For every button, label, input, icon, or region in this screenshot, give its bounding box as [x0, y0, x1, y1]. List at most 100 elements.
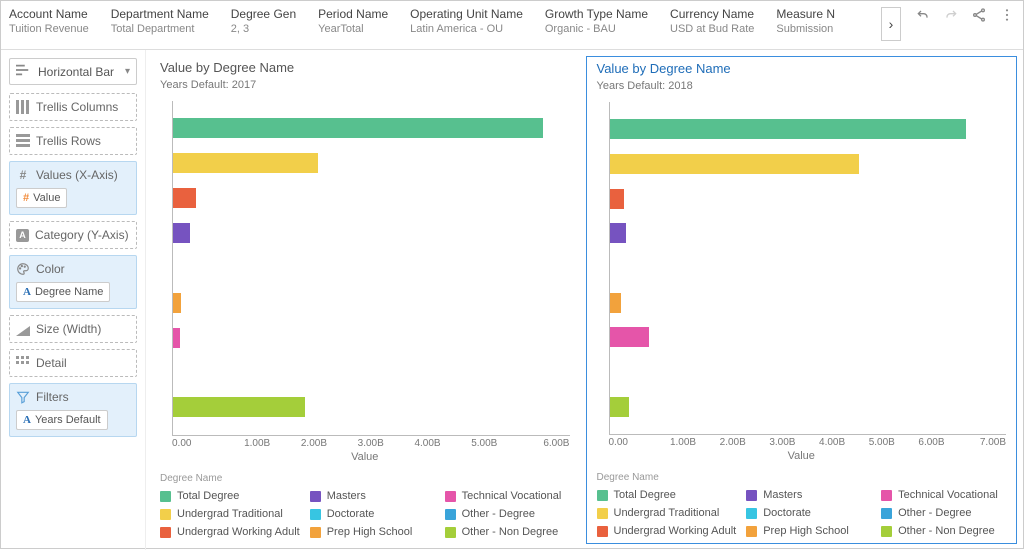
well-trellis-rows[interactable]: Trellis Rows [9, 127, 137, 155]
legend-item[interactable]: Doctorate [310, 508, 435, 520]
x-axis: 0.001.00B2.00B3.00B4.00B5.00B6.00B7.00B [609, 437, 1007, 448]
legend-label: Other - Degree [898, 507, 971, 519]
pill-degree-name[interactable]: ADegree Name [16, 282, 110, 302]
trellis-rows-icon [16, 134, 30, 148]
filter-label: Degree Gen [231, 7, 296, 21]
bar[interactable] [610, 189, 624, 209]
bar[interactable] [610, 397, 630, 417]
filter-label: Measure N [776, 7, 835, 21]
header-filter[interactable]: Department NameTotal Department [111, 7, 209, 35]
legend-item[interactable]: Prep High School [310, 526, 435, 538]
axis-tick: 3.00B [758, 437, 808, 448]
legend-item[interactable]: Undergrad Working Adult [160, 526, 300, 538]
header-filter[interactable]: Measure NSubmission [776, 7, 835, 35]
share-icon[interactable] [971, 7, 987, 23]
pill-years-default[interactable]: AYears Default [16, 410, 108, 430]
bar[interactable] [173, 328, 180, 348]
legend-item[interactable]: Prep High School [746, 525, 871, 537]
filters-scroll-right[interactable]: › [881, 7, 901, 41]
measure-icon: # [23, 192, 29, 204]
bar[interactable] [173, 223, 190, 243]
header-filter[interactable]: Period NameYearTotal [318, 7, 388, 35]
redo-icon[interactable] [943, 7, 959, 23]
legend-item[interactable]: Total Degree [597, 489, 737, 501]
more-icon[interactable] [999, 7, 1015, 23]
bar[interactable] [610, 223, 627, 243]
legend-item[interactable]: Other - Degree [881, 507, 1006, 519]
filter-value: YearTotal [318, 23, 388, 35]
well-trellis-columns[interactable]: Trellis Columns [9, 93, 137, 121]
well-color[interactable]: Color ADegree Name [9, 255, 137, 309]
legend-label: Technical Vocational [898, 489, 998, 501]
header-filter[interactable]: Currency NameUSD at Bud Rate [670, 7, 754, 35]
bar[interactable] [173, 188, 196, 208]
axis-tick: 3.00B [342, 438, 399, 449]
legend-item[interactable]: Total Degree [160, 490, 300, 502]
x-axis: 0.001.00B2.00B3.00B4.00B5.00B6.00B [172, 438, 570, 449]
legend-item[interactable]: Technical Vocational [445, 490, 570, 502]
chart-panel[interactable]: Value by Degree NameYears Default: 20180… [586, 56, 1018, 544]
chart-panel[interactable]: Value by Degree NameYears Default: 20170… [150, 56, 580, 544]
filter-value: USD at Bud Rate [670, 23, 754, 35]
axis-tick: 5.00B [456, 438, 513, 449]
legend-item[interactable]: Masters [310, 490, 435, 502]
legend-item[interactable]: Masters [746, 489, 871, 501]
bar[interactable] [610, 293, 621, 313]
chart-title: Value by Degree Name [160, 60, 570, 75]
bar[interactable] [610, 119, 967, 139]
filter-label: Operating Unit Name [410, 7, 523, 21]
legend-item[interactable]: Technical Vocational [881, 489, 1006, 501]
pill-value[interactable]: #Value [16, 188, 67, 208]
undo-icon[interactable] [915, 7, 931, 23]
size-icon [16, 322, 30, 336]
horizontal-bar-icon [16, 63, 32, 80]
attribute-icon: A [23, 414, 31, 426]
bar[interactable] [173, 153, 318, 173]
bar[interactable] [610, 327, 650, 347]
bar[interactable] [173, 293, 181, 313]
axis-tick: 5.00B [857, 437, 907, 448]
filter-value: Organic - BAU [545, 23, 648, 35]
legend-item[interactable]: Undergrad Traditional [160, 508, 300, 520]
detail-icon [16, 356, 30, 370]
axis-tick: 4.00B [399, 438, 456, 449]
legend-item[interactable]: Other - Non Degree [445, 526, 570, 538]
legend-item[interactable]: Other - Non Degree [881, 525, 1006, 537]
legend-item[interactable]: Undergrad Working Adult [597, 525, 737, 537]
legend: Degree NameTotal DegreeMastersTechnical … [160, 473, 570, 538]
bar[interactable] [610, 154, 859, 174]
bar[interactable] [173, 397, 305, 417]
well-detail[interactable]: Detail [9, 349, 137, 377]
filter-value: Latin America - OU [410, 23, 523, 35]
header-filter[interactable]: Operating Unit Name Latin America - OU [410, 7, 523, 35]
well-category-y[interactable]: ACategory (Y-Axis) [9, 221, 137, 249]
filter-icon [16, 390, 30, 404]
attribute-icon: A [16, 229, 29, 242]
chart-plot-area [609, 102, 1007, 435]
legend-label: Prep High School [763, 525, 849, 537]
header-filter[interactable]: Growth Type Name Organic - BAU [545, 7, 648, 35]
bar[interactable] [173, 118, 543, 138]
well-filters[interactable]: Filters AYears Default [9, 383, 137, 437]
legend-swatch [445, 509, 456, 520]
legend-label: Doctorate [327, 508, 375, 520]
legend-swatch [445, 491, 456, 502]
chevron-down-icon: ▾ [125, 66, 130, 77]
legend-swatch [881, 508, 892, 519]
legend-item[interactable]: Doctorate [746, 507, 871, 519]
axis-tick: 4.00B [807, 437, 857, 448]
well-values-x[interactable]: #Values (X-Axis) #Value [9, 161, 137, 215]
legend-swatch [746, 526, 757, 537]
well-size[interactable]: Size (Width) [9, 315, 137, 343]
header-filter[interactable]: Degree Gen 2, 3 [231, 7, 296, 35]
header-filter[interactable]: Account NameTuition Revenue [9, 7, 89, 35]
chart-type-selector[interactable]: Horizontal Bar ▾ [9, 58, 137, 85]
axis-tick: 0.00 [172, 438, 229, 449]
legend-item[interactable]: Undergrad Traditional [597, 507, 737, 519]
chevron-right-icon: › [889, 16, 894, 32]
filter-label: Growth Type Name [545, 7, 648, 21]
filter-value: 2, 3 [231, 23, 296, 35]
axis-tick: 1.00B [229, 438, 286, 449]
legend-label: Total Degree [614, 489, 676, 501]
legend-item[interactable]: Other - Degree [445, 508, 570, 520]
